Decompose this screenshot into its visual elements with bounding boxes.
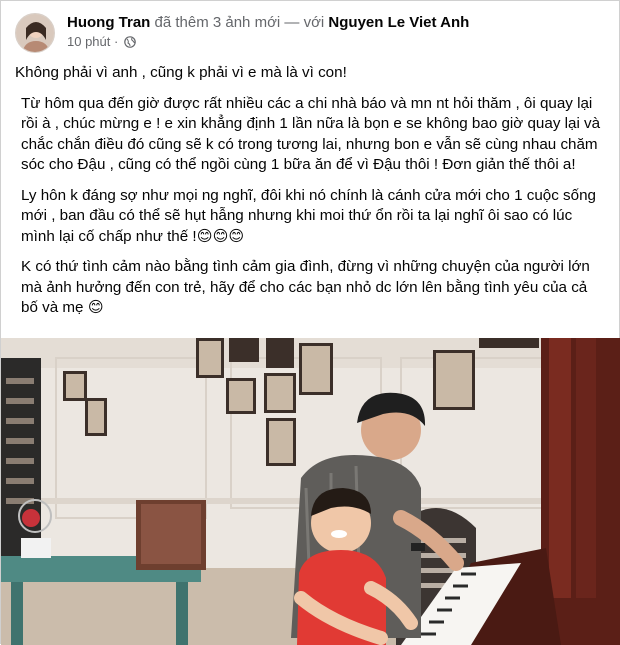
post-paragraph-2: Từ hôm qua đến giờ được rất nhiều các a … [21, 94, 601, 174]
post-paragraph-3: Ly hôn k đáng sợ như mọi ng nghĩ, đôi kh… [21, 186, 596, 245]
post-header-title: Huong Tran đã thêm 3 ảnh mới — với Nguye… [67, 14, 469, 31]
post-action: đã thêm 3 ảnh mới — với [154, 14, 325, 31]
post-paragraph-1: Không phải vì anh , cũng k phải vì e mà … [15, 64, 347, 81]
facebook-post: Huong Tran đã thêm 3 ảnh mới — với Nguye… [0, 0, 620, 645]
photo-father-son-piano [1, 338, 620, 645]
avatar-image [16, 14, 54, 52]
post-time[interactable]: 10 phút [67, 34, 110, 49]
post-text: Không phải vì anh , cũng k phải vì e mà … [15, 63, 607, 329]
post-paragraph-4: K có thứ tình cảm nào bằng tình cảm gia … [21, 258, 590, 316]
post-photo[interactable] [1, 338, 620, 645]
post-meta: 10 phút · [67, 34, 136, 49]
tagged-name[interactable]: Nguyen Le Viet Anh [328, 14, 469, 31]
author-avatar[interactable] [15, 13, 55, 53]
globe-icon[interactable] [124, 36, 136, 48]
post-header: Huong Tran đã thêm 3 ảnh mới — với Nguye… [15, 11, 609, 55]
author-name[interactable]: Huong Tran [67, 14, 150, 31]
